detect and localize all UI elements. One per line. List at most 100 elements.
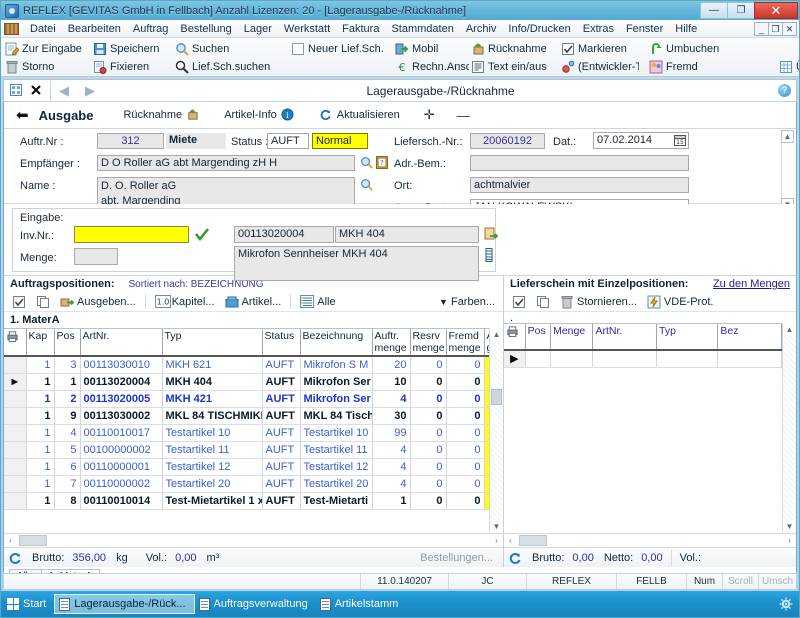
menu-item-stammdaten[interactable]: Stammdaten [385,22,459,36]
ort-field[interactable]: achtmalvier [470,177,689,193]
menge-input[interactable] [74,248,118,265]
help-icon[interactable]: ? [778,84,791,97]
toolbar-umbuchen[interactable]: Umbuchen [647,40,777,57]
toolbar-zur-eingabe[interactable]: Zur Eingabe [3,40,91,57]
right-row-selector[interactable]: ▶ [504,350,526,368]
window-grid-icon[interactable] [10,83,24,98]
zu-den-mengen-link[interactable]: Zu den Mengen [713,278,790,290]
col-pos[interactable]: Pos [54,329,81,357]
row-selector[interactable] [4,356,27,374]
row-selector[interactable] [4,458,27,476]
menu-item-auftrag[interactable]: Auftrag [127,22,174,36]
toolbar-neuer-liefsch[interactable]: Neuer Lief.Sch. [289,40,393,57]
minimize-button[interactable]: — [700,2,727,19]
left-grid-hscrollbar[interactable]: ‹ › [4,533,503,547]
form-vscrollbar[interactable]: ▲ ▼ [781,130,794,215]
liefersch-nr-field[interactable]: 20060192 [470,133,545,149]
table-row[interactable]: 1200113020005MKH 421AUFTMikrofon Ser4000… [4,390,489,408]
right-grid-hscroll-thumb[interactable] [519,535,547,546]
right-grid-hscroll-track[interactable] [517,535,783,546]
nav-forward-icon[interactable]: ▶ [77,83,103,99]
left-grid-scroll-left[interactable]: ‹ [4,536,17,545]
check-icon[interactable] [194,227,210,242]
start-button[interactable]: Start [5,598,54,610]
mdi-close-button[interactable]: ✕ [782,21,797,36]
table-row[interactable]: 1 8 00110010014 Test-Mietartikel 1 xx AUFT Te… [4,492,489,510]
menu-item-faktura[interactable]: Faktura [336,22,385,36]
left-grid-scroll-right[interactable]: › [490,536,503,545]
mdi-minimize-button[interactable]: _ [754,21,769,36]
table-row[interactable]: 1 3 00113030010 MKH 621 AUFT Mikrofon S M 20 0 0… [4,356,489,374]
menu-item-datei[interactable]: Datei [24,22,62,36]
magnifier-icon[interactable] [360,156,374,170]
col-kap[interactable]: Kap [26,329,55,357]
right-grid-scroll-track[interactable] [783,336,796,520]
table-row[interactable]: 1 7 00110000002 Testartikel 20 AUFT Testartik… [4,475,489,493]
taskbar-item-artikelstamm[interactable]: Artikelstamm [316,594,407,614]
right-copy-button[interactable] [532,295,554,309]
right-grid-vscrollbar[interactable]: ▲ ▼ [782,323,796,533]
menu-item-werkstatt[interactable]: Werkstatt [278,22,336,36]
right-stornieren-button[interactable]: Stornieren... [556,295,641,309]
right-col-bez[interactable]: Bez [717,324,782,351]
barcode-icon[interactable] [484,248,498,262]
taskbar-item-lagerausgabe[interactable]: Lagerausgabe-/Rück... [54,594,195,614]
right-grid-scroll-down[interactable]: ▼ [783,520,796,533]
row-selector[interactable] [4,407,27,425]
left-grid-scroll-up[interactable]: ▲ [490,328,503,341]
left-grid-hscroll-thumb[interactable] [19,535,47,546]
menu-item-lager[interactable]: Lager [238,22,278,36]
left-artikel-button[interactable]: Artikel... [221,295,286,309]
left-ausgeben-button[interactable]: Ausgeben... [56,295,140,309]
right-col-menge[interactable]: Menge [550,324,594,351]
right-grid-hscrollbar[interactable]: ‹ › [504,533,796,547]
toolbar-text-ein-aus[interactable]: Text ein/aus [469,58,559,75]
left-grid-vscrollbar[interactable]: ▲ ▼ [489,328,503,533]
right-grid-scroll-up[interactable]: ▲ [783,323,796,336]
mdi-restore-button[interactable]: ❐ [768,21,783,36]
menu-item-extras[interactable]: Extras [577,22,620,36]
row-selector[interactable] [4,492,27,510]
form-aktualisieren-button[interactable]: Aktualisieren [319,108,400,122]
table-row[interactable]: 1 4 00110010017 Testartikel 10 AUFT Testartik… [4,424,489,442]
empfaenger-field[interactable]: D O Roller aG abt Margending zH H [97,155,355,171]
toolbar-rechn-anschrift[interactable]: € Rechn.Anschrift [393,58,470,75]
left-grid-scroll-down[interactable]: ▼ [490,520,503,533]
left-select-all-button[interactable] [8,295,30,309]
toolbar-fixieren[interactable]: Fixieren [91,58,173,75]
col-ausge-geben[interactable]: Ausge geben [484,329,489,357]
menu-item-bestellung[interactable]: Bestellung [174,22,237,36]
toolbar-suchen[interactable]: Suchen [173,40,281,57]
row-selector[interactable] [4,424,27,442]
form-back-icon[interactable]: ⬅ [10,106,39,124]
left-copy-button[interactable] [32,295,54,309]
form-ruecknahme-button[interactable]: Rücknahme [123,108,200,122]
toolbar-markieren[interactable]: Markieren [559,40,639,57]
row-selector[interactable] [4,475,27,493]
nav-back-icon[interactable]: ◀ [51,83,77,99]
refresh-icon[interactable] [8,551,22,565]
magnifier-icon[interactable] [360,178,374,192]
toolbar-mobil[interactable]: Mobil [393,40,469,57]
row-selector[interactable] [4,441,27,459]
toolbar-entwickler[interactable]: (Entwickler-Tau [559,58,639,75]
taskbar-item-auftragsverwaltung[interactable]: Auftragsverwaltung [195,594,316,614]
table-row[interactable]: 1 6 00110000001 Testartikel 12 AUFT Testartik… [4,458,489,476]
col-typ[interactable]: Typ [162,329,263,357]
toolbar-storno[interactable]: Storno [3,58,91,75]
menu-item-archiv[interactable]: Archiv [460,22,503,36]
refresh-icon[interactable] [508,551,522,565]
form-artikel-info-button[interactable]: Artikel-Info i [224,108,295,122]
col-status[interactable]: Status [262,329,301,357]
export-doc-icon[interactable] [484,227,499,241]
toolbar-ruecknahme[interactable]: Rücknahme [469,40,559,57]
left-grid-hscroll-track[interactable] [17,535,490,546]
form-scroll-up-button[interactable]: ▲ [781,130,794,143]
menu-item-bearbeiten[interactable]: Bearbeiten [62,22,127,36]
form-add-icon[interactable]: ✛ [424,107,435,123]
calendar-icon[interactable]: 15 [674,134,688,148]
right-col-artnr[interactable]: ArtNr. [592,324,657,351]
address-book-icon[interactable]: ? [376,156,390,170]
col-bezeichnung[interactable]: Bezeichnung [300,329,373,357]
right-col-print[interactable] [504,324,526,351]
